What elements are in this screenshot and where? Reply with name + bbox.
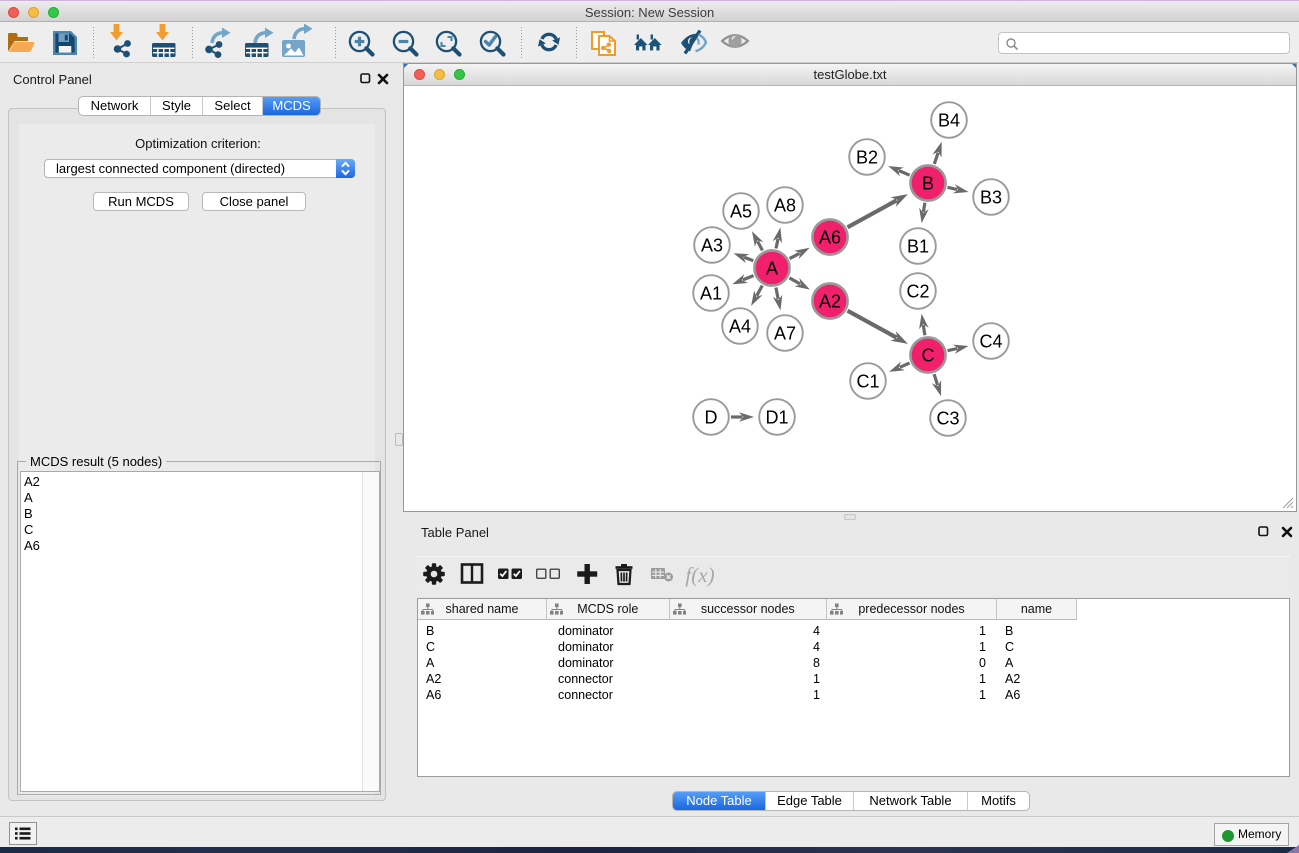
svg-text:B2: B2 (856, 148, 878, 168)
svg-text:A3: A3 (701, 236, 723, 256)
svg-text:C2: C2 (906, 282, 929, 302)
svg-text:A2: A2 (819, 292, 841, 312)
svg-text:A7: A7 (774, 324, 796, 344)
svg-text:A1: A1 (700, 284, 722, 304)
svg-text:A8: A8 (774, 196, 796, 216)
svg-text:D: D (705, 408, 718, 428)
svg-text:C4: C4 (979, 332, 1002, 352)
svg-text:A4: A4 (729, 317, 751, 337)
svg-text:B1: B1 (907, 237, 929, 257)
svg-text:A6: A6 (819, 228, 841, 248)
svg-text:B: B (922, 174, 934, 194)
svg-text:B3: B3 (980, 188, 1002, 208)
svg-text:D1: D1 (765, 408, 788, 428)
svg-text:C1: C1 (856, 372, 879, 392)
svg-text:B4: B4 (938, 111, 960, 131)
svg-text:C3: C3 (936, 409, 959, 429)
svg-text:C: C (922, 346, 935, 366)
svg-text:A5: A5 (730, 202, 752, 222)
svg-text:A: A (766, 259, 778, 279)
